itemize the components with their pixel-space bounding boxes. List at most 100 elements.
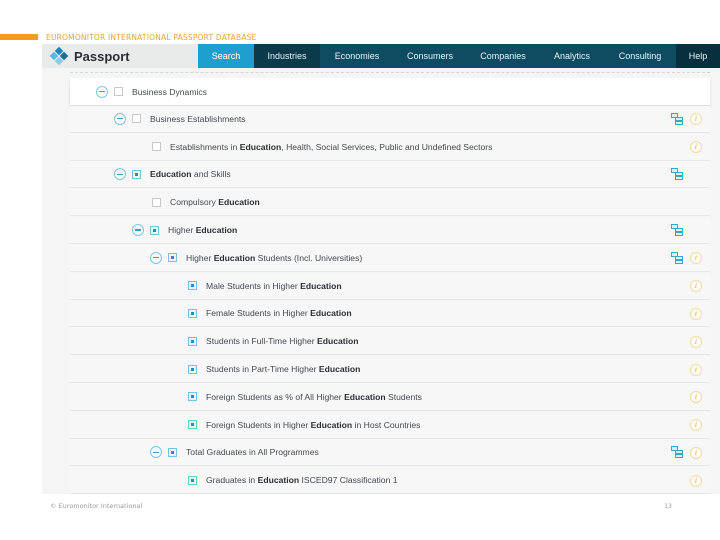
tree-row[interactable]: Graduates in Education ISCED97 Classific… bbox=[70, 467, 710, 494]
info-icon[interactable]: i bbox=[690, 113, 702, 126]
info-icon[interactable]: i bbox=[690, 419, 702, 432]
page-number: 13 bbox=[664, 502, 672, 510]
tree-row[interactable]: Business Establishments i bbox=[70, 105, 710, 133]
nav-tab-help[interactable]: Help bbox=[676, 44, 720, 68]
brand[interactable]: Passport bbox=[42, 44, 198, 68]
tree-view-icon[interactable] bbox=[671, 446, 684, 459]
tree-view-icon[interactable] bbox=[671, 112, 684, 126]
row-label-text: Establishments in bbox=[170, 141, 240, 152]
row-checkbox[interactable] bbox=[168, 253, 177, 263]
row-label-text: Foreign Students as % of All Higher bbox=[206, 391, 345, 402]
info-icon[interactable]: i bbox=[690, 335, 702, 348]
tree-row[interactable]: Students in Part-Time Higher Education i bbox=[70, 356, 710, 383]
row-label-text: Students in Full-Time Higher bbox=[206, 336, 317, 347]
nav-tab-economies[interactable]: Economies bbox=[320, 44, 394, 68]
row-actions: i bbox=[690, 300, 702, 327]
collapse-toggle-icon[interactable] bbox=[132, 224, 144, 236]
tree-row[interactable]: Higher Education Students (Incl. Univers… bbox=[70, 244, 710, 272]
row-label-highlight: Education bbox=[257, 475, 300, 486]
row-label-text: Students in Part-Time Higher bbox=[206, 364, 319, 374]
row-label-text: Total Graduates in All Programmes bbox=[186, 447, 319, 458]
row-checkbox[interactable] bbox=[132, 169, 141, 179]
tree-row[interactable]: Foreign Students as % of All Higher Educ… bbox=[70, 383, 710, 411]
collapse-toggle-icon[interactable] bbox=[150, 446, 162, 459]
row-label-highlight: Education bbox=[318, 364, 361, 374]
row-label-text: Higher bbox=[168, 225, 196, 235]
info-icon[interactable]: i bbox=[690, 391, 702, 404]
row-label-text: Higher bbox=[186, 252, 214, 263]
tree-row[interactable]: Female Students in Higher Education i bbox=[70, 300, 710, 328]
info-icon[interactable]: i bbox=[690, 474, 702, 487]
info-icon[interactable]: i bbox=[690, 252, 702, 265]
row-actions: i bbox=[671, 439, 702, 466]
row-label-highlight: Education bbox=[344, 391, 386, 402]
info-icon[interactable]: i bbox=[690, 141, 702, 154]
tree-row[interactable]: Total Graduates in All Programmes i bbox=[70, 439, 710, 467]
row-checkbox[interactable] bbox=[114, 87, 123, 96]
accent-bar bbox=[0, 34, 38, 40]
row-label-text: Students bbox=[385, 391, 422, 402]
tree-row[interactable]: Education and Skills bbox=[70, 161, 710, 189]
nav-tab-companies[interactable]: Companies bbox=[466, 44, 540, 68]
footer-copyright: © Euromonitor International bbox=[50, 502, 143, 510]
row-label-text: Students (Incl. Universities) bbox=[255, 252, 363, 263]
row-checkbox[interactable] bbox=[132, 114, 141, 124]
tree-row[interactable]: Higher Education bbox=[70, 217, 710, 244]
tree-view-icon[interactable] bbox=[671, 224, 684, 237]
tree-row[interactable]: Male Students in Higher Education i bbox=[70, 272, 710, 300]
row-label-text: Graduates in bbox=[206, 475, 258, 486]
row-checkbox[interactable] bbox=[188, 475, 197, 485]
row-label: Business Dynamics bbox=[132, 87, 207, 97]
nav-tab-analytics[interactable]: Analytics bbox=[540, 44, 604, 68]
collapse-toggle-icon[interactable] bbox=[114, 168, 126, 181]
tree-view-icon[interactable] bbox=[671, 168, 684, 181]
row-checkbox[interactable] bbox=[152, 197, 161, 207]
row-label-text: , Health, Social Services, Public and Un… bbox=[281, 141, 493, 152]
row-actions bbox=[671, 217, 702, 244]
row-label-highlight: Education bbox=[195, 225, 238, 235]
row-label-highlight: Education bbox=[239, 141, 282, 152]
collapse-toggle-icon[interactable] bbox=[150, 251, 162, 264]
info-icon[interactable]: i bbox=[690, 280, 702, 293]
tree-view-icon[interactable] bbox=[671, 251, 684, 265]
row-checkbox[interactable] bbox=[152, 142, 161, 152]
collapse-toggle-icon[interactable] bbox=[114, 112, 126, 125]
row-actions: i bbox=[690, 384, 702, 411]
row-checkbox[interactable] bbox=[188, 308, 197, 318]
row-label-highlight: Education bbox=[316, 336, 359, 347]
row-checkbox[interactable] bbox=[168, 447, 177, 457]
nav-tab-consulting[interactable]: Consulting bbox=[604, 44, 676, 68]
nav-tab-industries[interactable]: Industries bbox=[254, 44, 320, 68]
row-label: Education and Skills bbox=[150, 169, 231, 179]
nav-tab-search[interactable]: Search bbox=[198, 44, 254, 68]
row-checkbox[interactable] bbox=[188, 336, 197, 346]
row-label: Female Students in Higher Education bbox=[206, 308, 352, 318]
row-label-highlight: Education bbox=[218, 197, 260, 208]
tree-row[interactable]: Business Dynamics bbox=[70, 78, 710, 105]
row-label-highlight: Education bbox=[300, 280, 342, 291]
passport-screenshot: Passport Search Industries Economies Con… bbox=[42, 44, 720, 494]
row-checkbox[interactable] bbox=[188, 281, 197, 291]
row-label-highlight: Education bbox=[213, 252, 256, 263]
collapse-toggle-icon[interactable] bbox=[96, 85, 108, 98]
row-label-highlight: Education bbox=[310, 419, 353, 430]
row-checkbox[interactable] bbox=[150, 225, 159, 235]
info-icon[interactable]: i bbox=[690, 446, 702, 459]
row-checkbox[interactable] bbox=[188, 392, 197, 402]
info-icon[interactable]: i bbox=[690, 307, 702, 320]
tree-row[interactable]: Foreign Students in Higher Education in … bbox=[70, 411, 710, 439]
tree-row[interactable]: Compulsory Education bbox=[70, 189, 710, 217]
nav-tab-consumers[interactable]: Consumers bbox=[394, 44, 466, 68]
row-actions: i bbox=[671, 106, 702, 133]
row-label: Business Establishments bbox=[150, 114, 246, 124]
brand-name: Passport bbox=[74, 48, 130, 64]
tree-row[interactable]: Students in Full-Time Higher Education i bbox=[70, 328, 710, 356]
row-checkbox[interactable] bbox=[188, 420, 197, 430]
row-label-text: Foreign Students in Higher bbox=[206, 419, 311, 430]
row-checkbox[interactable] bbox=[188, 364, 197, 374]
row-actions: i bbox=[690, 412, 702, 439]
row-label: Foreign Students as % of All Higher Educ… bbox=[206, 392, 422, 402]
info-icon[interactable]: i bbox=[690, 363, 702, 376]
tree-row[interactable]: Establishments in Education, Health, Soc… bbox=[70, 133, 710, 161]
